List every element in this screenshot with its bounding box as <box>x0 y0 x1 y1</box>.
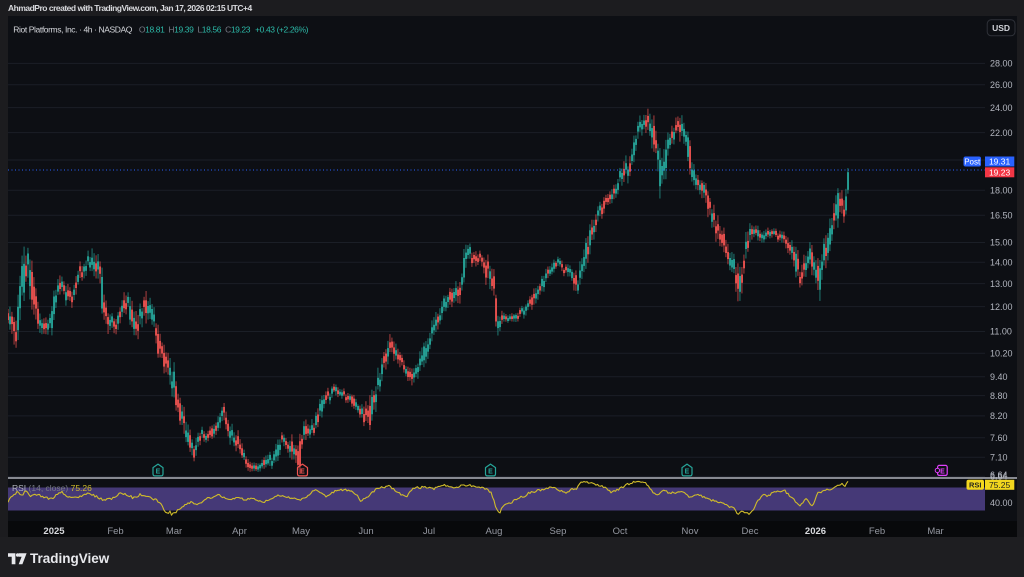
svg-text:Oct: Oct <box>613 526 628 537</box>
svg-text:11.00: 11.00 <box>990 327 1012 337</box>
svg-text:E: E <box>685 469 690 476</box>
svg-text:15.00: 15.00 <box>990 238 1013 248</box>
svg-text:12.00: 12.00 <box>990 302 1013 312</box>
svg-text:16.50: 16.50 <box>990 210 1013 220</box>
svg-text:Riot Platforms, Inc. · 4h · NA: Riot Platforms, Inc. · 4h · NASDAQ O18.8… <box>13 24 308 34</box>
svg-text:RSI (14, close) 75.26: RSI (14, close) 75.26 <box>12 483 92 493</box>
svg-text:2025: 2025 <box>43 526 65 537</box>
svg-text:Jul: Jul <box>423 526 435 537</box>
svg-text:Sep: Sep <box>550 526 567 537</box>
svg-text:9.40: 9.40 <box>990 372 1008 382</box>
svg-text:Jun: Jun <box>358 526 373 537</box>
svg-text:Mar: Mar <box>927 526 943 537</box>
svg-text:2026: 2026 <box>805 526 826 537</box>
svg-text:Aug: Aug <box>486 526 503 537</box>
svg-text:14.00: 14.00 <box>990 258 1013 268</box>
svg-text:Nov: Nov <box>682 526 699 537</box>
svg-text:18.00: 18.00 <box>990 185 1013 195</box>
svg-text:19.23: 19.23 <box>989 167 1011 177</box>
svg-text:28.00: 28.00 <box>990 59 1013 69</box>
svg-text:7.10: 7.10 <box>990 452 1008 462</box>
svg-text:19.31: 19.31 <box>989 157 1011 167</box>
svg-text:13.00: 13.00 <box>990 279 1013 289</box>
svg-text:E: E <box>300 469 305 476</box>
svg-text:USD: USD <box>992 23 1010 33</box>
svg-text:22.00: 22.00 <box>990 128 1013 138</box>
svg-text:75.25: 75.25 <box>989 480 1011 490</box>
svg-text:7.60: 7.60 <box>990 433 1008 443</box>
svg-text:E: E <box>488 469 493 476</box>
svg-text:Post: Post <box>964 157 981 166</box>
svg-text:Feb: Feb <box>107 526 123 537</box>
svg-text:8.80: 8.80 <box>990 391 1008 401</box>
svg-text:May: May <box>292 526 310 537</box>
svg-text:8.20: 8.20 <box>990 411 1008 421</box>
svg-text:Apr: Apr <box>232 526 247 537</box>
svg-text:Dec: Dec <box>742 526 759 537</box>
svg-text:RSI: RSI <box>969 481 982 490</box>
svg-text:10.20: 10.20 <box>990 348 1013 358</box>
svg-text:24.00: 24.00 <box>990 103 1013 113</box>
svg-text:E: E <box>940 469 945 476</box>
svg-text:Feb: Feb <box>869 526 885 537</box>
svg-text:E: E <box>156 469 161 476</box>
svg-text:40.00: 40.00 <box>990 498 1013 508</box>
svg-text:26.00: 26.00 <box>990 80 1013 90</box>
svg-text:Mar: Mar <box>166 526 182 537</box>
svg-text:6.64: 6.64 <box>990 470 1008 480</box>
